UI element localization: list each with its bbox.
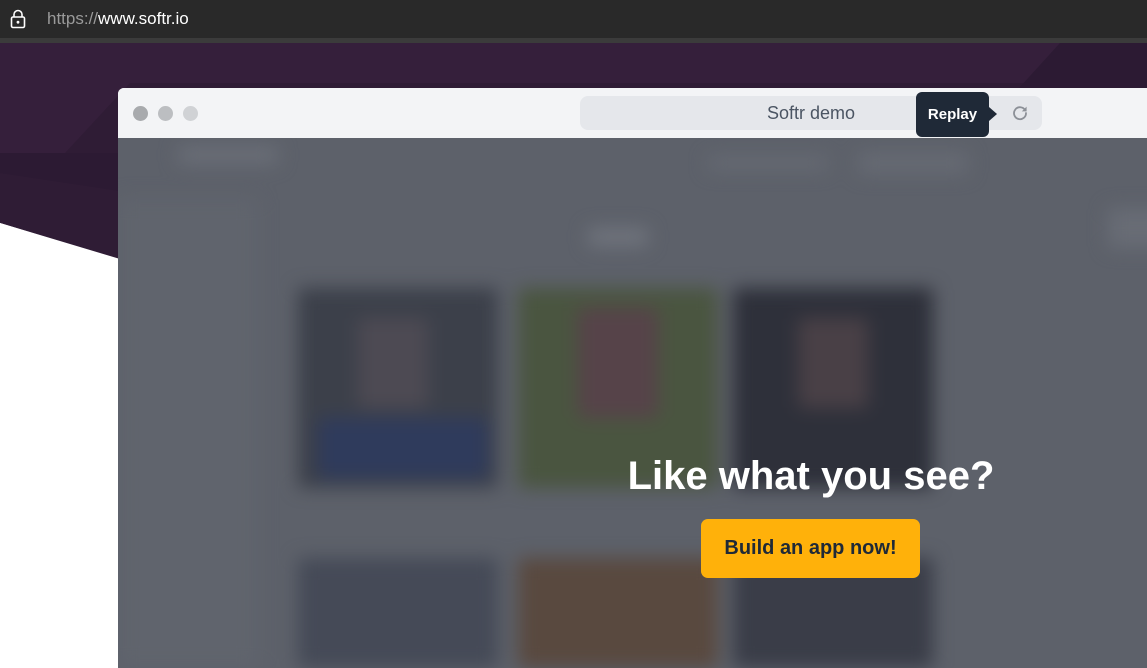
- blurred-nav-button: [858, 152, 968, 174]
- blurred-card-row2-2: [518, 558, 718, 668]
- tooltip-arrow: [989, 107, 997, 121]
- blurred-app-preview: [118, 138, 1147, 668]
- blurred-right-panel: [1108, 208, 1147, 248]
- blurred-card-row2-1: [298, 558, 498, 668]
- window-maximize-dot: [183, 106, 198, 121]
- replay-tooltip: Replay: [916, 92, 989, 137]
- url-host: www.softr.io: [98, 9, 189, 28]
- overlay-headline: Like what you see?: [627, 454, 995, 498]
- reload-icon[interactable]: [1011, 104, 1029, 122]
- demo-window: Softr demo Replay Like what you see? Bui…: [118, 88, 1147, 668]
- url-scheme: https://: [47, 9, 99, 28]
- window-close-dot: [133, 106, 148, 121]
- browser-url-bar: https://www.softr.io: [0, 0, 1147, 38]
- blurred-card-2-face: [578, 308, 658, 418]
- demo-content-area: Like what you see? Build an app now!: [118, 138, 1147, 668]
- lock-icon[interactable]: [9, 9, 27, 29]
- demo-window-titlebar: Softr demo Replay: [118, 88, 1147, 138]
- blurred-heading: [588, 228, 648, 246]
- blurred-card-1-face: [358, 318, 428, 408]
- build-app-button[interactable]: Build an app now!: [701, 519, 920, 578]
- blurred-sidebar: [118, 198, 258, 668]
- blurred-nav: [708, 156, 828, 170]
- blurred-card-1-body: [318, 418, 488, 478]
- blurred-card-3-face: [798, 318, 868, 408]
- blurred-logo: [178, 146, 278, 164]
- window-minimize-dot: [158, 106, 173, 121]
- address-bar-url[interactable]: https://www.softr.io: [47, 9, 189, 29]
